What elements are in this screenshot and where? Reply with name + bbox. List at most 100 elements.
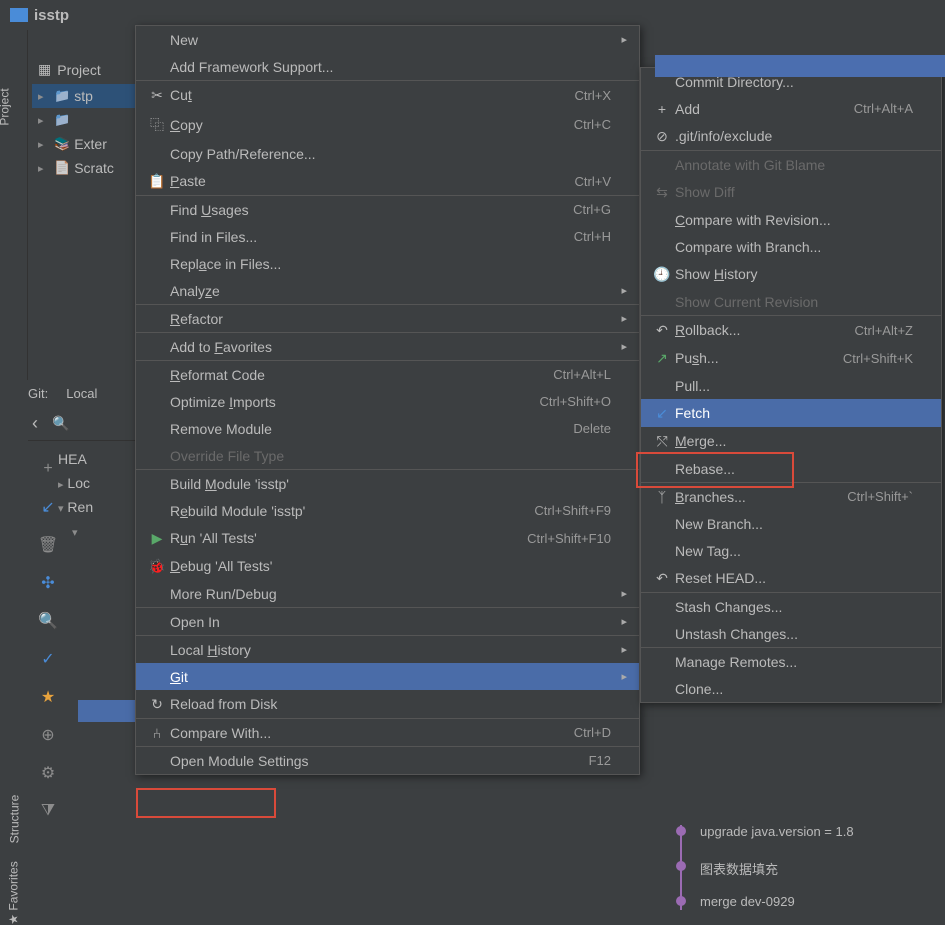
commit-row[interactable]: upgrade java.version = 1.8 — [700, 824, 854, 839]
menu-item-refactor[interactable]: Refactor▸ — [136, 305, 639, 332]
menu-item-git[interactable]: Git▸ — [136, 663, 639, 690]
menu-item-compare-with[interactable]: ⑃Compare With...Ctrl+D — [136, 719, 639, 746]
menu-icon: 🕘 — [649, 266, 675, 283]
menu-item-open-in[interactable]: Open In▸ — [136, 608, 639, 635]
menu-item-local-history[interactable]: Local History▸ — [136, 636, 639, 663]
menu-label: Open Module Settings — [170, 753, 589, 769]
menu-label: Refactor — [170, 311, 611, 327]
tree-arrow-icon[interactable]: ▸ — [38, 138, 50, 151]
head-entry[interactable]: HEA — [58, 447, 138, 471]
gear-icon[interactable]: ⚙ — [37, 762, 59, 784]
menu-item-copy[interactable]: ⿻CopyCtrl+C — [136, 109, 639, 140]
menu-item-add-to-favorites[interactable]: Add to Favorites▸ — [136, 333, 639, 360]
menu-item-clone[interactable]: Clone... — [641, 675, 941, 702]
menu-icon: ↙ — [649, 405, 675, 422]
menu-label: More Run/Debug — [170, 586, 611, 602]
menu-item-find-usages[interactable]: Find UsagesCtrl+G — [136, 196, 639, 223]
menu-item-find-in-files[interactable]: Find in Files...Ctrl+H — [136, 223, 639, 250]
menu-item-debug-all-tests[interactable]: 🐞Debug 'All Tests' — [136, 552, 639, 580]
menu-item-open-module-settings[interactable]: Open Module SettingsF12 — [136, 747, 639, 774]
submenu-arrow-icon: ▸ — [611, 33, 627, 46]
menu-item-git-info-exclude[interactable]: ⊘.git/info/exclude — [641, 122, 941, 150]
menu-item-reload-from-disk[interactable]: ↻Reload from Disk — [136, 690, 639, 718]
menu-item-remove-module[interactable]: Remove ModuleDelete — [136, 415, 639, 442]
tree-label: Exter — [74, 136, 107, 152]
add-icon[interactable]: + — [37, 458, 59, 480]
menu-item-analyze[interactable]: Analyze▸ — [136, 277, 639, 304]
menu-label: Find Usages — [170, 202, 573, 218]
menu-label: Show History — [675, 266, 913, 282]
menu-shortcut: Ctrl+G — [573, 202, 611, 217]
menu-item-optimize-imports[interactable]: Optimize ImportsCtrl+Shift+O — [136, 388, 639, 415]
star-icon[interactable]: ★ — [37, 686, 59, 708]
checkmark-icon[interactable]: ✓ — [37, 648, 59, 670]
update-icon[interactable]: ↙ — [37, 496, 59, 518]
menu-item-reformat-code[interactable]: Reformat CodeCtrl+Alt+L — [136, 361, 639, 388]
filter-icon[interactable]: ⧩ — [37, 800, 59, 822]
menu-item-run-all-tests[interactable]: ▶Run 'All Tests'Ctrl+Shift+F10 — [136, 524, 639, 552]
menu-item-branches[interactable]: ᛉBranches...Ctrl+Shift+` — [641, 483, 941, 510]
remote-entry[interactable]: ▾ Ren — [58, 495, 138, 519]
menu-item-new-branch[interactable]: New Branch... — [641, 510, 941, 537]
git-submenu: Commit Directory...+AddCtrl+Alt+A⊘.git/i… — [640, 67, 942, 703]
menu-item-pull[interactable]: Pull... — [641, 372, 941, 399]
editor-tab[interactable] — [655, 55, 945, 77]
tree-arrow-icon[interactable]: ▸ — [38, 90, 50, 103]
menu-item-copy-path-reference[interactable]: Copy Path/Reference... — [136, 140, 639, 167]
menu-item-add[interactable]: +AddCtrl+Alt+A — [641, 95, 941, 122]
commit-row[interactable]: 图表数据填充 — [700, 859, 778, 878]
search-icon-2[interactable]: 🔍 — [37, 610, 59, 632]
menu-item-paste[interactable]: 📋PasteCtrl+V — [136, 167, 639, 195]
remote-sub[interactable]: ▾ — [58, 519, 138, 543]
tree-item[interactable]: ▸📄Scratc — [32, 156, 138, 180]
tree-item[interactable]: ▸📚Exter — [32, 132, 138, 156]
local-entry[interactable]: ▸ Loc — [58, 471, 138, 495]
menu-label: New Branch... — [675, 516, 913, 532]
menu-item-more-run-debug[interactable]: More Run/Debug▸ — [136, 580, 639, 607]
tree-arrow-icon[interactable]: ▸ — [38, 114, 50, 127]
menu-item-unstash-changes[interactable]: Unstash Changes... — [641, 620, 941, 647]
menu-item-rollback[interactable]: ↶Rollback...Ctrl+Alt+Z — [641, 316, 941, 344]
menu-item-stash-changes[interactable]: Stash Changes... — [641, 593, 941, 620]
selected-branch-row[interactable] — [78, 700, 138, 722]
menu-icon: ⊘ — [649, 128, 675, 145]
favorites-tab[interactable]: ★ Favorites — [7, 861, 21, 924]
menu-icon: ⤲ — [649, 433, 675, 450]
menu-label: Pull... — [675, 378, 913, 394]
cherry-pick-icon[interactable]: ✣ — [37, 572, 59, 594]
menu-item-show-history[interactable]: 🕘Show History — [641, 260, 941, 288]
menu-item-reset-head[interactable]: ↶Reset HEAD... — [641, 564, 941, 592]
tree-item[interactable]: ▸📁stp — [32, 84, 138, 108]
menu-label: Manage Remotes... — [675, 654, 913, 670]
menu-item-cut[interactable]: ✂CutCtrl+X — [136, 81, 639, 109]
structure-tab[interactable]: Structure — [7, 795, 21, 844]
menu-item-compare-with-branch[interactable]: Compare with Branch... — [641, 233, 941, 260]
menu-item-rebuild-module-isstp[interactable]: Rebuild Module 'isstp'Ctrl+Shift+F9 — [136, 497, 639, 524]
menu-item-compare-with-revision[interactable]: Compare with Revision... — [641, 206, 941, 233]
menu-item-manage-remotes[interactable]: Manage Remotes... — [641, 648, 941, 675]
menu-item-new-tag[interactable]: New Tag... — [641, 537, 941, 564]
menu-item-add-framework-support[interactable]: Add Framework Support... — [136, 53, 639, 80]
menu-item-push[interactable]: ↗Push...Ctrl+Shift+K — [641, 344, 941, 372]
menu-shortcut: Ctrl+H — [574, 229, 611, 244]
project-name: isstp — [34, 7, 69, 24]
menu-shortcut: Delete — [573, 421, 611, 436]
menu-label: Remove Module — [170, 421, 573, 437]
menu-item-merge[interactable]: ⤲Merge... — [641, 427, 941, 455]
tree-arrow-icon[interactable]: ▸ — [38, 162, 50, 175]
menu-item-fetch[interactable]: ↙Fetch — [641, 399, 941, 427]
search-icon[interactable]: 🔍 — [52, 415, 69, 432]
menu-item-build-module-isstp[interactable]: Build Module 'isstp' — [136, 470, 639, 497]
trash-icon[interactable]: 🗑 — [37, 534, 59, 556]
menu-item-new[interactable]: New▸ — [136, 26, 639, 53]
project-header[interactable]: ▦ Project — [28, 55, 138, 84]
tree-item[interactable]: ▸📁 — [32, 108, 138, 132]
commit-row[interactable]: merge dev-0929 — [700, 894, 795, 909]
target-icon[interactable]: ⊕ — [37, 724, 59, 746]
menu-item-replace-in-files[interactable]: Replace in Files... — [136, 250, 639, 277]
menu-shortcut: Ctrl+D — [574, 725, 611, 740]
menu-shortcut: Ctrl+Shift+` — [847, 489, 913, 504]
project-tab[interactable]: Project — [0, 88, 12, 125]
back-icon[interactable]: ‹ — [32, 413, 38, 434]
menu-item-rebase[interactable]: Rebase... — [641, 455, 941, 482]
